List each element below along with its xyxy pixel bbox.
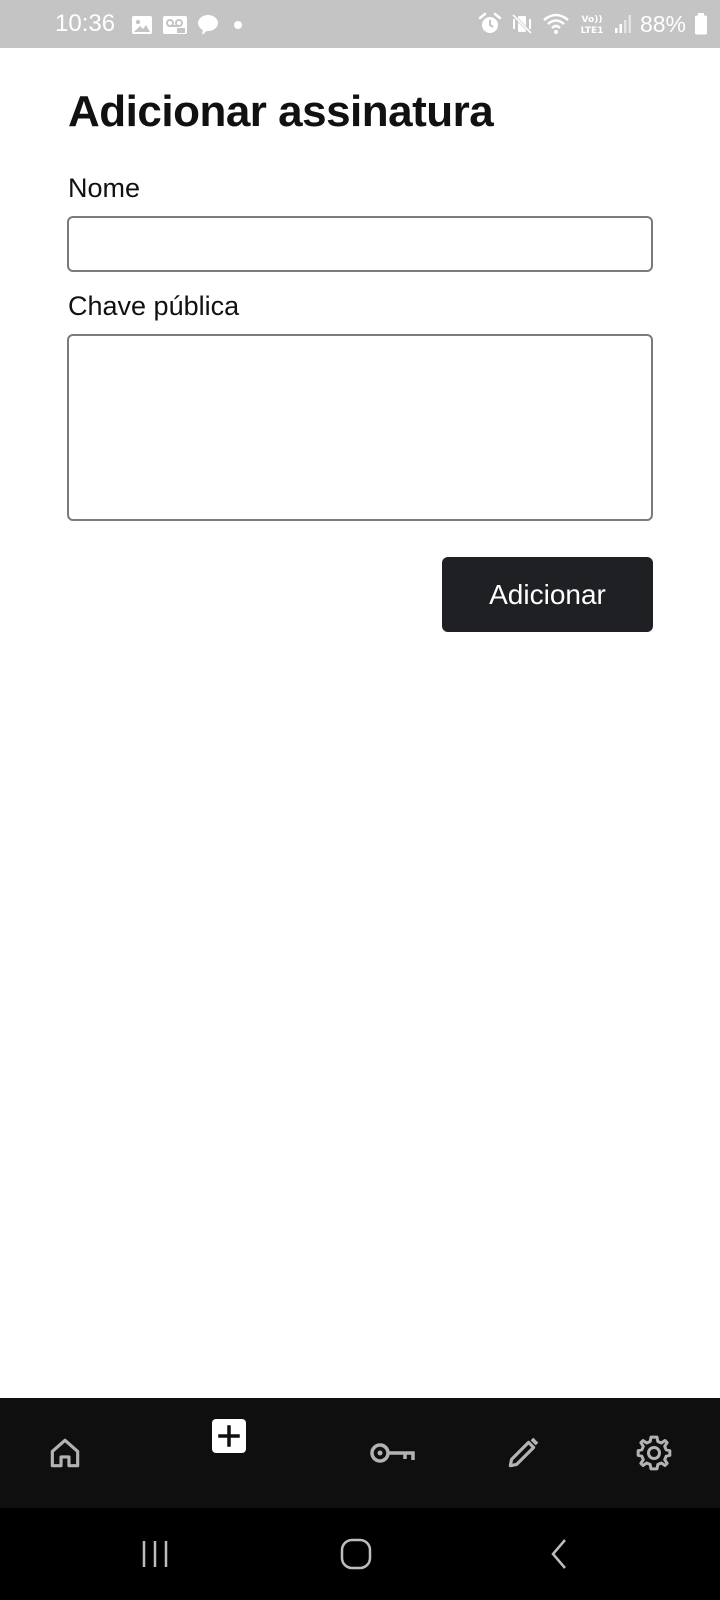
- back-icon: [551, 1539, 566, 1569]
- svg-text:Vo)): Vo)): [582, 15, 603, 25]
- back-button[interactable]: [514, 1508, 604, 1600]
- chat-icon: [198, 15, 218, 35]
- alarm-icon: [478, 12, 502, 33]
- page-title: Adicionar assinatura: [68, 87, 494, 136]
- status-time: 10:36: [55, 10, 116, 37]
- svg-text:LTE1: LTE1: [581, 26, 604, 36]
- home-button[interactable]: [311, 1508, 401, 1600]
- home-icon: [50, 1438, 80, 1468]
- nav-sign[interactable]: [478, 1398, 568, 1508]
- recents-icon: [142, 1541, 168, 1567]
- status-system-icons: Vo)) LTE1 88%: [478, 10, 708, 38]
- system-nav-bar: [0, 1508, 720, 1600]
- nav-settings[interactable]: [609, 1398, 699, 1508]
- add-button[interactable]: Adicionar: [442, 557, 653, 632]
- home-circle-icon: [340, 1538, 372, 1570]
- add-icon: [212, 1419, 246, 1453]
- nav-keys[interactable]: [348, 1398, 438, 1508]
- pencil-icon: [508, 1437, 539, 1468]
- name-label: Nome: [68, 173, 141, 203]
- voicemail-icon: [163, 16, 187, 34]
- signal-icon: [614, 15, 631, 33]
- nav-home[interactable]: [20, 1398, 110, 1508]
- wifi-icon: [543, 13, 569, 34]
- gear-icon: [636, 1435, 672, 1471]
- volte-icon: Vo)) LTE1: [581, 15, 604, 36]
- key-icon: [370, 1443, 415, 1463]
- vibrate-icon: [511, 13, 533, 35]
- public-key-label: Chave pública: [68, 291, 240, 321]
- battery-icon: [695, 13, 707, 35]
- battery-percent: 88%: [639, 11, 686, 37]
- dot-icon: [234, 21, 242, 29]
- public-key-textarea[interactable]: [67, 334, 653, 521]
- name-input[interactable]: [67, 216, 653, 272]
- nav-add[interactable]: [184, 1398, 274, 1508]
- recents-button[interactable]: [110, 1508, 200, 1600]
- status-bar: 10:36 Vo)) LTE1 88%: [0, 0, 720, 48]
- gallery-icon: [132, 16, 152, 34]
- status-notification-icons: [131, 14, 248, 36]
- bottom-nav: [0, 1398, 720, 1508]
